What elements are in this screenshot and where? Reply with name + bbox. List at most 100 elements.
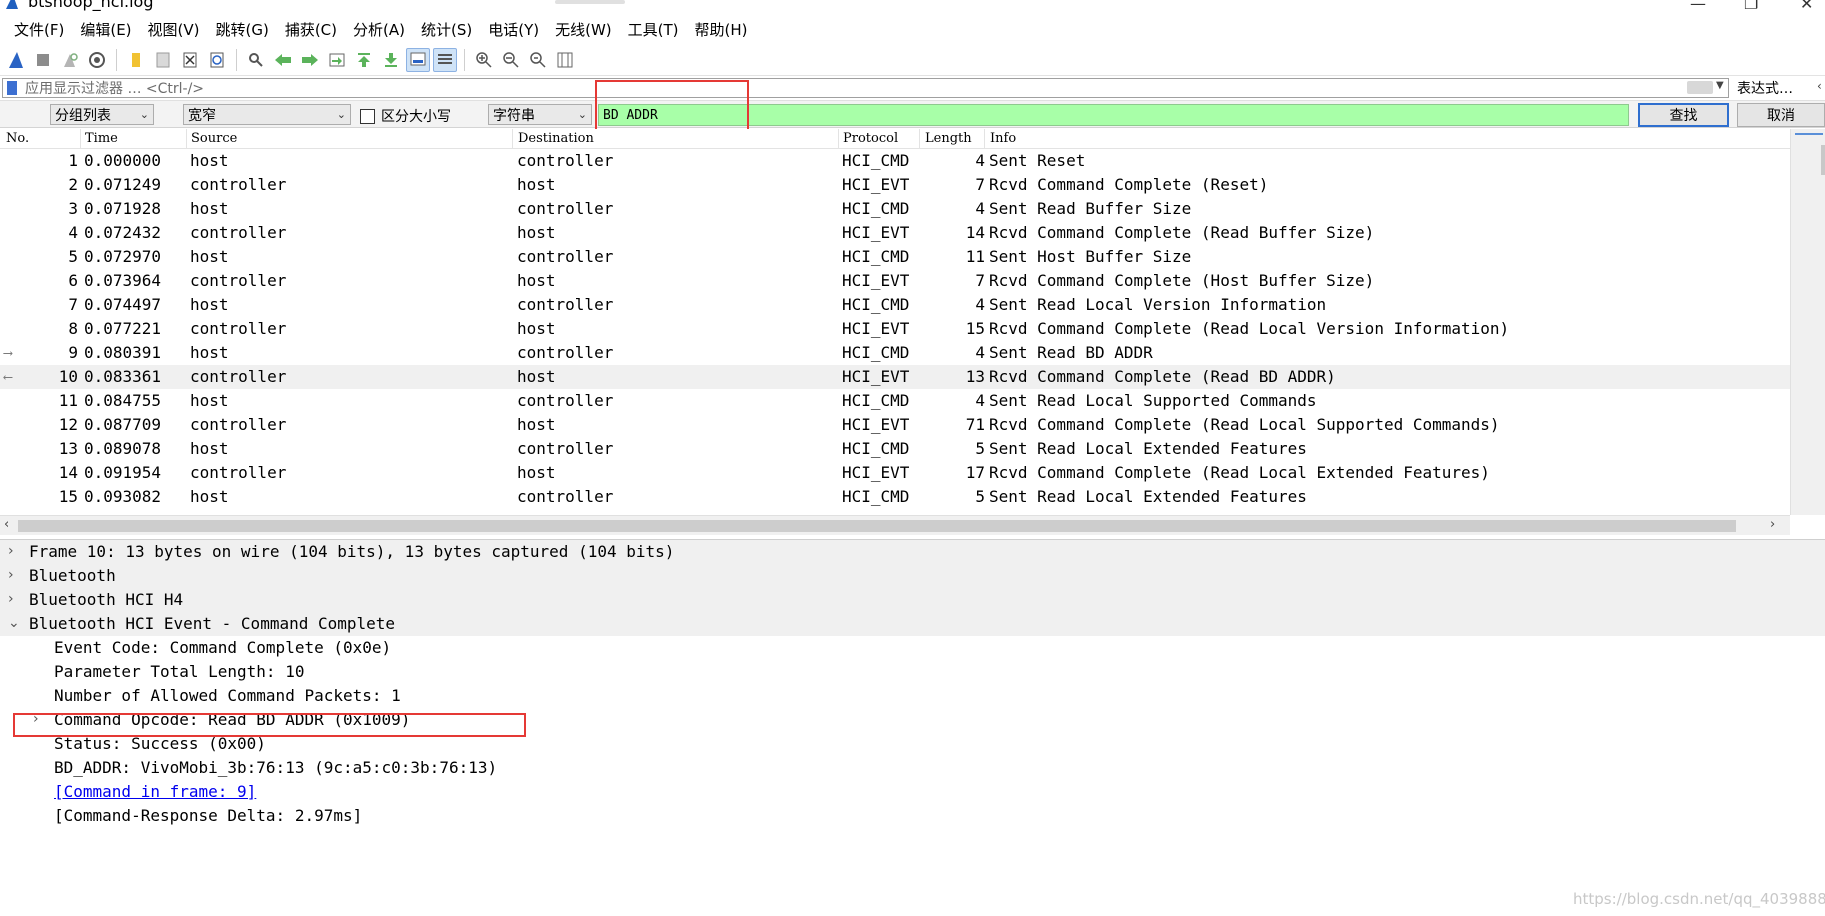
column-header-source[interactable]: Source [191,131,237,146]
tree-item-status[interactable]: Status: Success (0x00) [0,732,1825,756]
tree-item-response-delta[interactable]: [Command-Response Delta: 2.97ms] [0,804,1825,828]
menu-go[interactable]: 跳转(G) [208,19,277,40]
menu-help[interactable]: 帮助(H) [687,19,756,40]
table-row[interactable]: 14 0.091954 controller host HCI_EVT 17 R… [0,461,1790,485]
menu-wireless[interactable]: 无线(W) [547,19,620,40]
display-filter-input[interactable]: 应用显示过滤器 … <Ctrl-/> [2,78,1729,98]
zoom-in-icon[interactable] [472,48,496,72]
table-row[interactable]: 11 0.084755 host controller HCI_CMD 4 Se… [0,389,1790,413]
table-row[interactable]: 8 0.077221 controller host HCI_EVT 15 Rc… [0,317,1790,341]
tree-item-event-code[interactable]: Event Code: Command Complete (0x0e) [0,636,1825,660]
command-in-frame-link[interactable]: [Command in frame: 9] [54,782,256,801]
table-row[interactable]: 12 0.087709 controller host HCI_EVT 71 R… [0,413,1790,437]
cancel-find-button[interactable]: 取消 [1737,103,1825,127]
case-sensitive-option[interactable]: 区分大小写 [360,106,451,126]
go-first-packet-icon[interactable] [352,48,376,72]
menu-capture[interactable]: 捕获(C) [277,19,345,40]
chevron-right-icon[interactable]: › [8,543,14,559]
start-capture-icon[interactable] [4,48,28,72]
column-header-protocol[interactable]: Protocol [843,131,898,146]
column-divider[interactable] [919,129,920,149]
tree-item-bluetooth[interactable]: › Bluetooth [0,564,1825,588]
menu-telephony[interactable]: 电话(Y) [480,19,547,40]
tree-item-command-opcode[interactable]: › Command Opcode: Read BD ADDR (0x1009) [0,708,1825,732]
stop-capture-icon[interactable] [31,48,55,72]
chevron-right-icon[interactable]: › [8,567,14,583]
restart-capture-icon[interactable] [58,48,82,72]
column-header-info[interactable]: Info [990,131,1016,146]
table-row[interactable]: 2 0.071249 controller host HCI_EVT 7 Rcv… [0,173,1790,197]
close-icon[interactable]: ✕ [1800,0,1813,12]
tree-item-parameter-length[interactable]: Parameter Total Length: 10 [0,660,1825,684]
find-packet-icon[interactable] [244,48,268,72]
scroll-right-icon[interactable]: › [1770,517,1775,532]
column-header-length[interactable]: Length [925,131,972,146]
filter-bookmark-icon[interactable] [7,81,17,95]
column-divider[interactable] [186,129,187,149]
column-divider[interactable] [984,129,985,149]
menu-view[interactable]: 视图(V) [140,19,208,40]
restore-icon[interactable]: ❐ [1744,0,1758,12]
expression-button[interactable]: 表达式… [1737,78,1793,98]
find-button[interactable]: 查找 [1638,103,1729,127]
filter-history-dropdown-icon[interactable]: ▼ [1716,80,1724,91]
scroll-left-icon[interactable]: ‹ [4,517,9,532]
chevron-down-icon[interactable]: ⌄ [8,615,20,631]
table-row-selected[interactable]: ⟵ 10 0.083361 controller host HCI_EVT 13… [0,365,1790,389]
column-header-time[interactable]: Time [85,131,118,146]
column-divider[interactable] [512,129,513,149]
scrollbar-thumb[interactable] [18,520,1736,532]
column-divider[interactable] [838,129,839,149]
resize-columns-icon[interactable] [553,48,577,72]
tree-item-bd-addr[interactable]: BD_ADDR: VivoMobi_3b:76:13 (9c:a5:c0:3b:… [0,756,1825,780]
autoscroll-icon[interactable] [406,47,430,72]
open-file-icon[interactable] [124,48,148,72]
find-string-input[interactable]: BD ADDR [598,104,1629,126]
case-sensitive-checkbox[interactable] [360,108,375,124]
tree-item-allowed-packets[interactable]: Number of Allowed Command Packets: 1 [0,684,1825,708]
packet-list-vertical-scrollbar[interactable] [1790,129,1825,515]
table-row[interactable]: ⟶ 9 0.080391 host controller HCI_CMD 4 S… [0,341,1790,365]
tree-item-hci-event[interactable]: ⌄ Bluetooth HCI Event - Command Complete [0,612,1825,636]
table-row[interactable]: 6 0.073964 controller host HCI_EVT 7 Rcv… [0,269,1790,293]
table-row[interactable]: 15 0.093082 host controller HCI_CMD 5 Se… [0,485,1790,509]
save-file-icon[interactable] [151,48,175,72]
go-back-icon[interactable] [271,48,295,72]
menu-statistics[interactable]: 统计(S) [413,19,480,40]
go-last-packet-icon[interactable] [379,48,403,72]
tree-item-hci-h4[interactable]: › Bluetooth HCI H4 [0,588,1825,612]
menu-tools[interactable]: 工具(T) [620,19,687,40]
menu-edit[interactable]: 编辑(E) [72,19,139,40]
menu-analyze[interactable]: 分析(A) [345,19,413,40]
menu-file[interactable]: 文件(F) [6,19,72,40]
character-width-select[interactable]: 宽窄 ⌄ [183,104,351,125]
table-row[interactable]: 7 0.074497 host controller HCI_CMD 4 Sen… [0,293,1790,317]
chevron-right-icon[interactable]: › [8,591,14,607]
table-row[interactable]: 3 0.071928 host controller HCI_CMD 4 Sen… [0,197,1790,221]
minimize-icon[interactable]: — [1690,0,1706,12]
zoom-out-icon[interactable] [499,48,523,72]
table-row[interactable]: 5 0.072970 host controller HCI_CMD 11 Se… [0,245,1790,269]
table-row[interactable]: 1 0.000000 host controller HCI_CMD 4 Sen… [0,149,1790,173]
capture-options-icon[interactable] [85,48,109,72]
apply-filter-arrow-icon[interactable] [1687,81,1713,94]
column-divider[interactable] [80,129,81,149]
tree-item-frame[interactable]: › Frame 10: 13 bytes on wire (104 bits),… [0,540,1825,564]
search-in-select[interactable]: 分组列表 ⌄ [50,104,154,125]
chevron-right-icon[interactable]: › [33,711,39,727]
go-to-packet-icon[interactable] [325,48,349,72]
colorize-icon[interactable] [433,47,457,72]
column-header-destination[interactable]: Destination [518,131,594,146]
reload-file-icon[interactable] [205,48,229,72]
table-row[interactable]: 4 0.072432 controller host HCI_EVT 14 Rc… [0,221,1790,245]
tree-item-command-in-frame[interactable]: [Command in frame: 9] [0,780,1825,804]
scrollbar-thumb[interactable] [1821,145,1825,175]
zoom-reset-icon[interactable] [526,48,550,72]
search-type-select[interactable]: 字符串 ⌄ [488,104,592,125]
packet-list-horizontal-scrollbar[interactable]: ‹ › [0,515,1790,535]
column-header-no[interactable]: No. [6,131,29,146]
close-file-icon[interactable] [178,48,202,72]
go-forward-icon[interactable] [298,48,322,72]
filter-add-button-icon[interactable]: ‹ [1817,79,1822,93]
table-row[interactable]: 13 0.089078 host controller HCI_CMD 5 Se… [0,437,1790,461]
